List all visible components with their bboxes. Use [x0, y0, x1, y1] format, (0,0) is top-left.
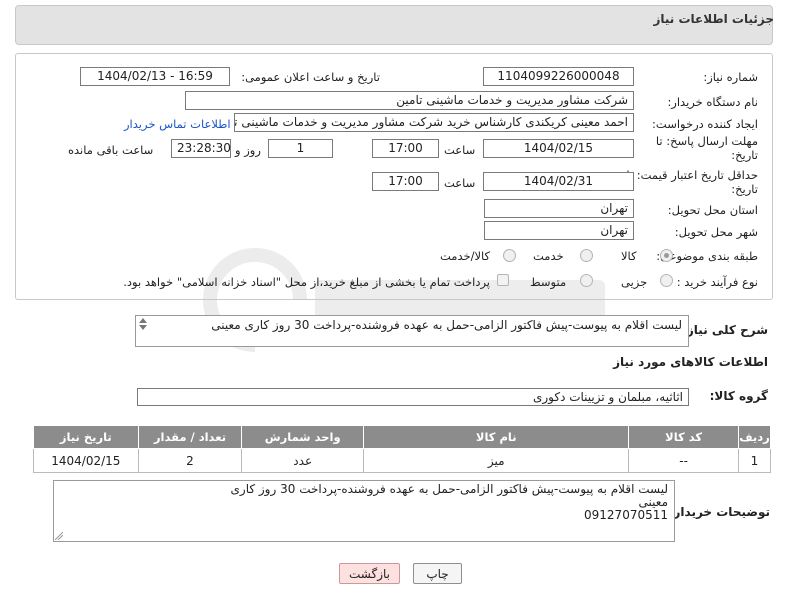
category-option-goods: کالا	[621, 249, 637, 263]
col-quantity: تعداد / مقدار	[137, 425, 243, 449]
price-validity-label: حداقل تاریخ اعتبار قیمت: تا تاریخ:	[626, 168, 758, 196]
cell-row-number: 1	[737, 448, 772, 473]
back-button[interactable]: بازگشت	[339, 563, 400, 584]
col-need-date: تاریخ نیاز	[33, 425, 139, 449]
reply-time-label: ساعت	[444, 143, 476, 157]
remaining-time-field: 23:28:30	[171, 139, 231, 158]
price-date-field: 1404/02/31	[483, 172, 634, 191]
category-radio-goods-service[interactable]	[503, 249, 516, 262]
process-radio-minor[interactable]	[660, 274, 673, 287]
resize-grip-icon[interactable]	[55, 532, 63, 540]
creator-field: احمد معینی کریکندی کارشناس خرید شرکت مشا…	[234, 113, 634, 132]
days-field: 1	[268, 139, 333, 158]
cell-item-name: میز	[363, 448, 630, 473]
city-label: شهر محل تحویل:	[674, 225, 758, 239]
reply-date-field: 1404/02/15	[483, 139, 634, 158]
need-number-label: شماره نیاز:	[703, 70, 758, 84]
reply-deadline-label: مهلت ارسال پاسخ: تا تاریخ:	[655, 134, 758, 162]
buyer-org-label: نام دستگاه خریدار:	[667, 95, 758, 109]
price-time-label: ساعت	[444, 176, 476, 190]
buyer-contact-link[interactable]: اطلاعات تماس خریدار	[124, 117, 231, 131]
payment-note: پرداخت تمام یا بخشی از مبلغ خرید،از محل …	[123, 275, 490, 289]
category-radio-service[interactable]	[580, 249, 593, 262]
creator-label: ایجاد کننده درخواست:	[652, 117, 758, 131]
scroll-arrows-icon[interactable]	[137, 316, 149, 332]
goods-group-field: اثاثیه، مبلمان و تزیینات دکوری	[137, 388, 689, 406]
goods-group-label: گروه کالا:	[709, 389, 768, 403]
table-header-row: ردیف کد کالا نام کالا واحد شمارش تعداد /…	[33, 425, 772, 449]
description-text: لیست اقلام به پیوست-پیش فاکتور الزامی-حم…	[211, 318, 682, 332]
category-option-goods-service: کالا/خدمت	[440, 249, 491, 263]
remaining-time-label: ساعت باقی مانده	[68, 143, 154, 157]
reply-time-field: 17:00	[372, 139, 439, 158]
process-label: نوع فرآیند خرید :	[676, 275, 758, 289]
category-radio-goods[interactable]	[660, 249, 673, 262]
price-time-field: 17:00	[372, 172, 439, 191]
buyer-notes-line-3: 09127070511	[584, 508, 668, 522]
items-table: ردیف کد کالا نام کالا واحد شمارش تعداد /…	[33, 425, 772, 473]
cell-need-date: 1404/02/15	[33, 448, 139, 473]
col-unit: واحد شمارش	[241, 425, 365, 449]
description-textarea[interactable]: لیست اقلام به پیوست-پیش فاکتور الزامی-حم…	[135, 315, 689, 347]
table-row[interactable]: 1 -- میز عدد 2 1404/02/15	[33, 448, 772, 473]
buyer-notes-line-2: معینی	[638, 495, 668, 509]
buyer-org-field: شرکت مشاور مدیریت و خدمات ماشینی تامین	[185, 91, 634, 110]
print-button[interactable]: چاپ	[413, 563, 462, 584]
description-label: شرح کلی نیاز:	[682, 323, 768, 337]
buyer-notes-label: توضیحات خریدار:	[668, 505, 770, 519]
buyer-notes-line-1: لیست اقلام به پیوست-پیش فاکتور الزامی-حم…	[230, 482, 668, 496]
goods-section-title: اطلاعات کالاهای مورد نیاز	[613, 355, 768, 369]
process-option-medium: متوسط	[530, 275, 567, 289]
page-title: جزئیات اطلاعات نیاز	[653, 12, 774, 26]
province-field: تهران	[484, 199, 634, 218]
category-option-service: خدمت	[533, 249, 564, 263]
city-field: تهران	[484, 221, 634, 240]
province-label: استان محل تحویل:	[667, 203, 758, 217]
col-item-code: کد کالا	[628, 425, 739, 449]
buyer-notes-textarea[interactable]: لیست اقلام به پیوست-پیش فاکتور الزامی-حم…	[53, 480, 675, 542]
process-option-minor: جزیی	[621, 275, 648, 289]
announce-date-field: 1404/02/13 - 16:59	[80, 67, 230, 86]
announce-date-label: تاریخ و ساعت اعلان عمومی:	[241, 70, 380, 84]
cell-quantity: 2	[137, 448, 243, 473]
cell-unit: عدد	[241, 448, 365, 473]
col-row-number: ردیف	[737, 425, 772, 449]
cell-item-code: --	[628, 448, 739, 473]
col-item-name: نام کالا	[363, 425, 630, 449]
need-number-field: 1104099226000048	[483, 67, 634, 86]
treasury-bonds-checkbox[interactable]	[497, 274, 509, 286]
process-radio-medium[interactable]	[580, 274, 593, 287]
days-label: روز و	[235, 143, 261, 157]
